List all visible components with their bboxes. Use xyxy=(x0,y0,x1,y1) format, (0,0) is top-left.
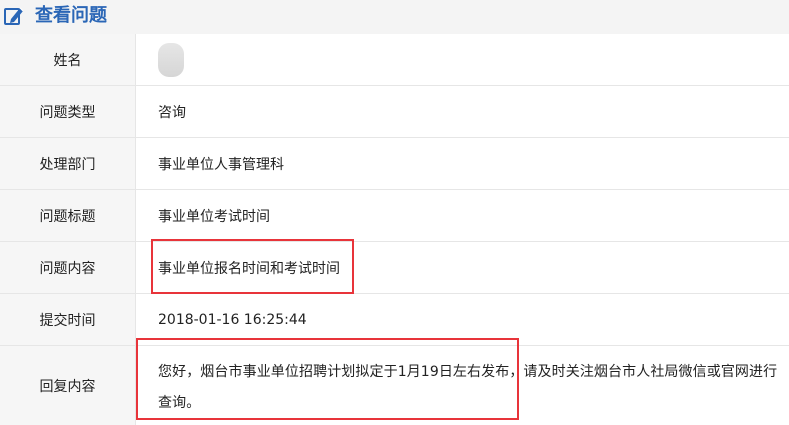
label-content: 问题内容 xyxy=(0,242,136,293)
row-type: 问题类型 咨询 xyxy=(0,86,789,138)
row-subject: 问题标题 事业单位考试时间 xyxy=(0,190,789,242)
value-content: 事业单位报名时间和考试时间 xyxy=(158,260,340,277)
value-name xyxy=(158,34,781,85)
label-time: 提交时间 xyxy=(0,294,136,345)
value-type: 咨询 xyxy=(158,104,186,121)
value-subject: 事业单位考试时间 xyxy=(158,208,270,225)
panel-header: 查看问题 xyxy=(0,0,789,34)
row-content: 问题内容 事业单位报名时间和考试时间 xyxy=(0,242,789,294)
label-type: 问题类型 xyxy=(0,86,136,137)
value-dept: 事业单位人事管理科 xyxy=(158,156,284,173)
label-subject: 问题标题 xyxy=(0,190,136,241)
row-name: 姓名 xyxy=(0,34,789,86)
question-detail-page: 查看问题 姓名 问题类型 咨询 处理部门 事业单位人事管理科 问题标题 事业单位… xyxy=(0,0,789,425)
label-name: 姓名 xyxy=(0,34,136,85)
page-title: 查看问题 xyxy=(35,5,107,26)
value-reply: 您好，烟台市事业单位招聘计划拟定于1月19日左右发布，请及时关注烟台市人社局微信… xyxy=(158,364,778,411)
question-detail-table: 姓名 问题类型 咨询 处理部门 事业单位人事管理科 问题标题 事业单位考试时间 … xyxy=(0,34,789,425)
row-dept: 处理部门 事业单位人事管理科 xyxy=(0,138,789,190)
avatar xyxy=(158,42,184,77)
row-time: 提交时间 2018-01-16 16:25:44 xyxy=(0,294,789,346)
row-reply: 回复内容 您好，烟台市事业单位招聘计划拟定于1月19日左右发布，请及时关注烟台市… xyxy=(0,346,789,425)
label-reply: 回复内容 xyxy=(0,346,136,425)
value-time: 2018-01-16 16:25:44 xyxy=(158,311,307,328)
label-dept: 处理部门 xyxy=(0,138,136,189)
edit-icon xyxy=(3,5,25,27)
